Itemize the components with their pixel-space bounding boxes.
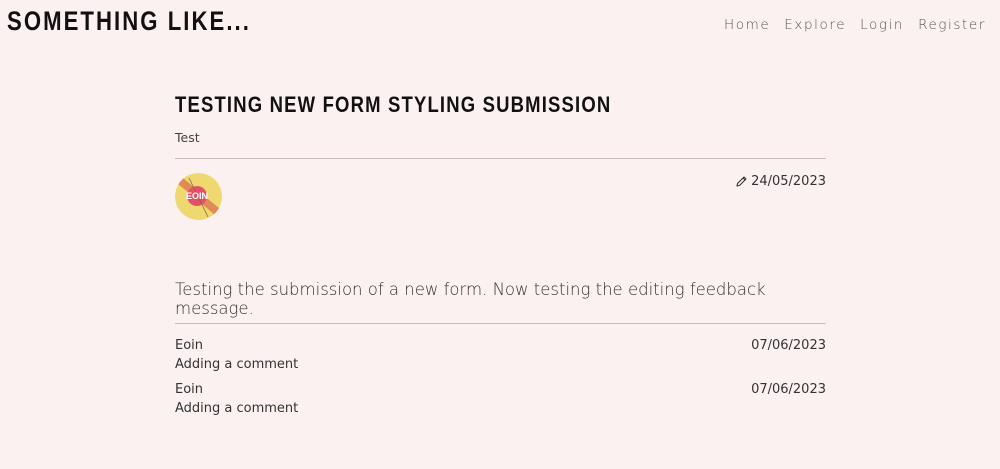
nav-register-link[interactable]: Register [918,17,986,33]
comment-date: 07/06/2023 [751,382,826,397]
avatar-image: EOIN [175,173,222,220]
post-date-value: 24/05/2023 [751,174,826,189]
nav-links: Home Explore Login Register [724,17,986,33]
comment-author: Eoin [175,338,204,353]
comment-text: Adding a comment [175,357,299,372]
post-body: Testing the submission of a new form. No… [175,279,766,318]
comments-divider [175,323,826,324]
author-avatar[interactable]: EOIN [175,173,222,220]
post-detail: TESTING NEW FORM STYLING SUBMISSION Test… [175,92,826,416]
pencil-icon [736,176,747,187]
nav-explore-link[interactable]: Explore [784,17,846,33]
site-logo[interactable]: SOMETHING LIKE... [7,6,251,37]
nav-login-link[interactable]: Login [860,17,904,33]
comment-author: Eoin [175,382,204,397]
comment-text: Adding a comment [175,401,299,416]
avatar-initials: EOIN [186,191,208,201]
post-date: 24/05/2023 [735,174,826,189]
comments-list: Eoin 07/06/2023 Adding a comment Eoin 07… [175,338,826,426]
top-navbar: SOMETHING LIKE... Home Explore Login Reg… [0,0,1000,50]
nav-home-link[interactable]: Home [724,17,770,33]
comment-item: Eoin 07/06/2023 Adding a comment [175,338,826,382]
header-divider [175,158,826,159]
comment-date: 07/06/2023 [751,338,826,353]
post-subtitle: Test [175,130,200,145]
comment-item: Eoin 07/06/2023 Adding a comment [175,382,826,426]
post-title: TESTING NEW FORM STYLING SUBMISSION [175,92,612,117]
